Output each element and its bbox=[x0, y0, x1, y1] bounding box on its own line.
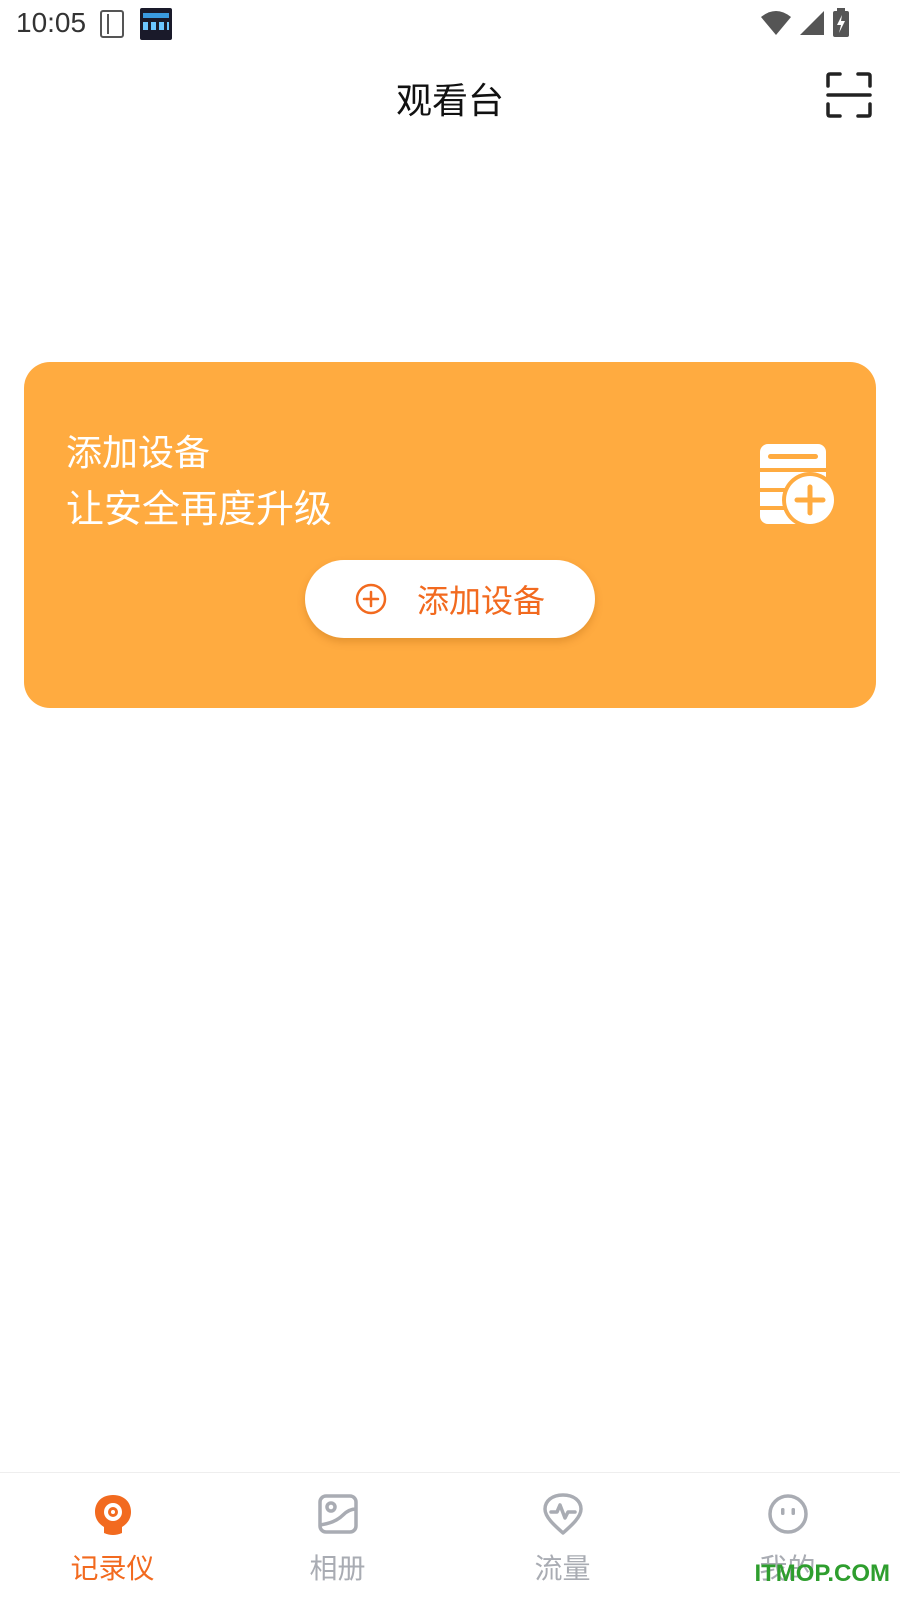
status-icons bbox=[760, 8, 850, 38]
camera-pin-icon bbox=[95, 1495, 131, 1535]
top-app-bar: 观看台 bbox=[0, 60, 900, 132]
nav-item-traffic[interactable]: 流量 bbox=[450, 1473, 675, 1601]
image-icon bbox=[318, 1494, 358, 1534]
add-device-card: 添加设备 让安全再度升级 添加设备 bbox=[24, 362, 876, 708]
pulse-pin-icon bbox=[543, 1493, 583, 1535]
nav-item-album[interactable]: 相册 bbox=[225, 1473, 450, 1601]
add-device-button[interactable]: 添加设备 bbox=[305, 560, 595, 638]
status-bar: 10:05 bbox=[0, 0, 900, 50]
watermark: ITMOP.COM bbox=[754, 1560, 890, 1587]
status-time: 10:05 bbox=[16, 7, 87, 38]
nav-label: 记录仪 bbox=[70, 1552, 155, 1585]
wifi-icon bbox=[761, 11, 791, 35]
nav-label: 相册 bbox=[309, 1552, 366, 1585]
plus-circle-icon bbox=[355, 583, 387, 615]
scan-icon bbox=[826, 72, 872, 118]
card-title: 添加设备 bbox=[66, 433, 211, 474]
notebook-icon bbox=[100, 10, 124, 38]
device-add-icon bbox=[760, 444, 838, 528]
card-subtitle: 让安全再度升级 bbox=[66, 487, 333, 531]
battery-charging-icon bbox=[833, 8, 849, 37]
signal-icon bbox=[800, 11, 824, 35]
clock-app-icon bbox=[140, 8, 172, 40]
add-device-button-label: 添加设备 bbox=[416, 582, 545, 620]
nav-label: 流量 bbox=[534, 1552, 591, 1585]
scan-button[interactable] bbox=[826, 72, 872, 118]
nav-item-recorder[interactable]: 记录仪 bbox=[0, 1473, 225, 1601]
page-title: 观看台 bbox=[395, 81, 504, 122]
smiley-icon bbox=[768, 1494, 808, 1534]
